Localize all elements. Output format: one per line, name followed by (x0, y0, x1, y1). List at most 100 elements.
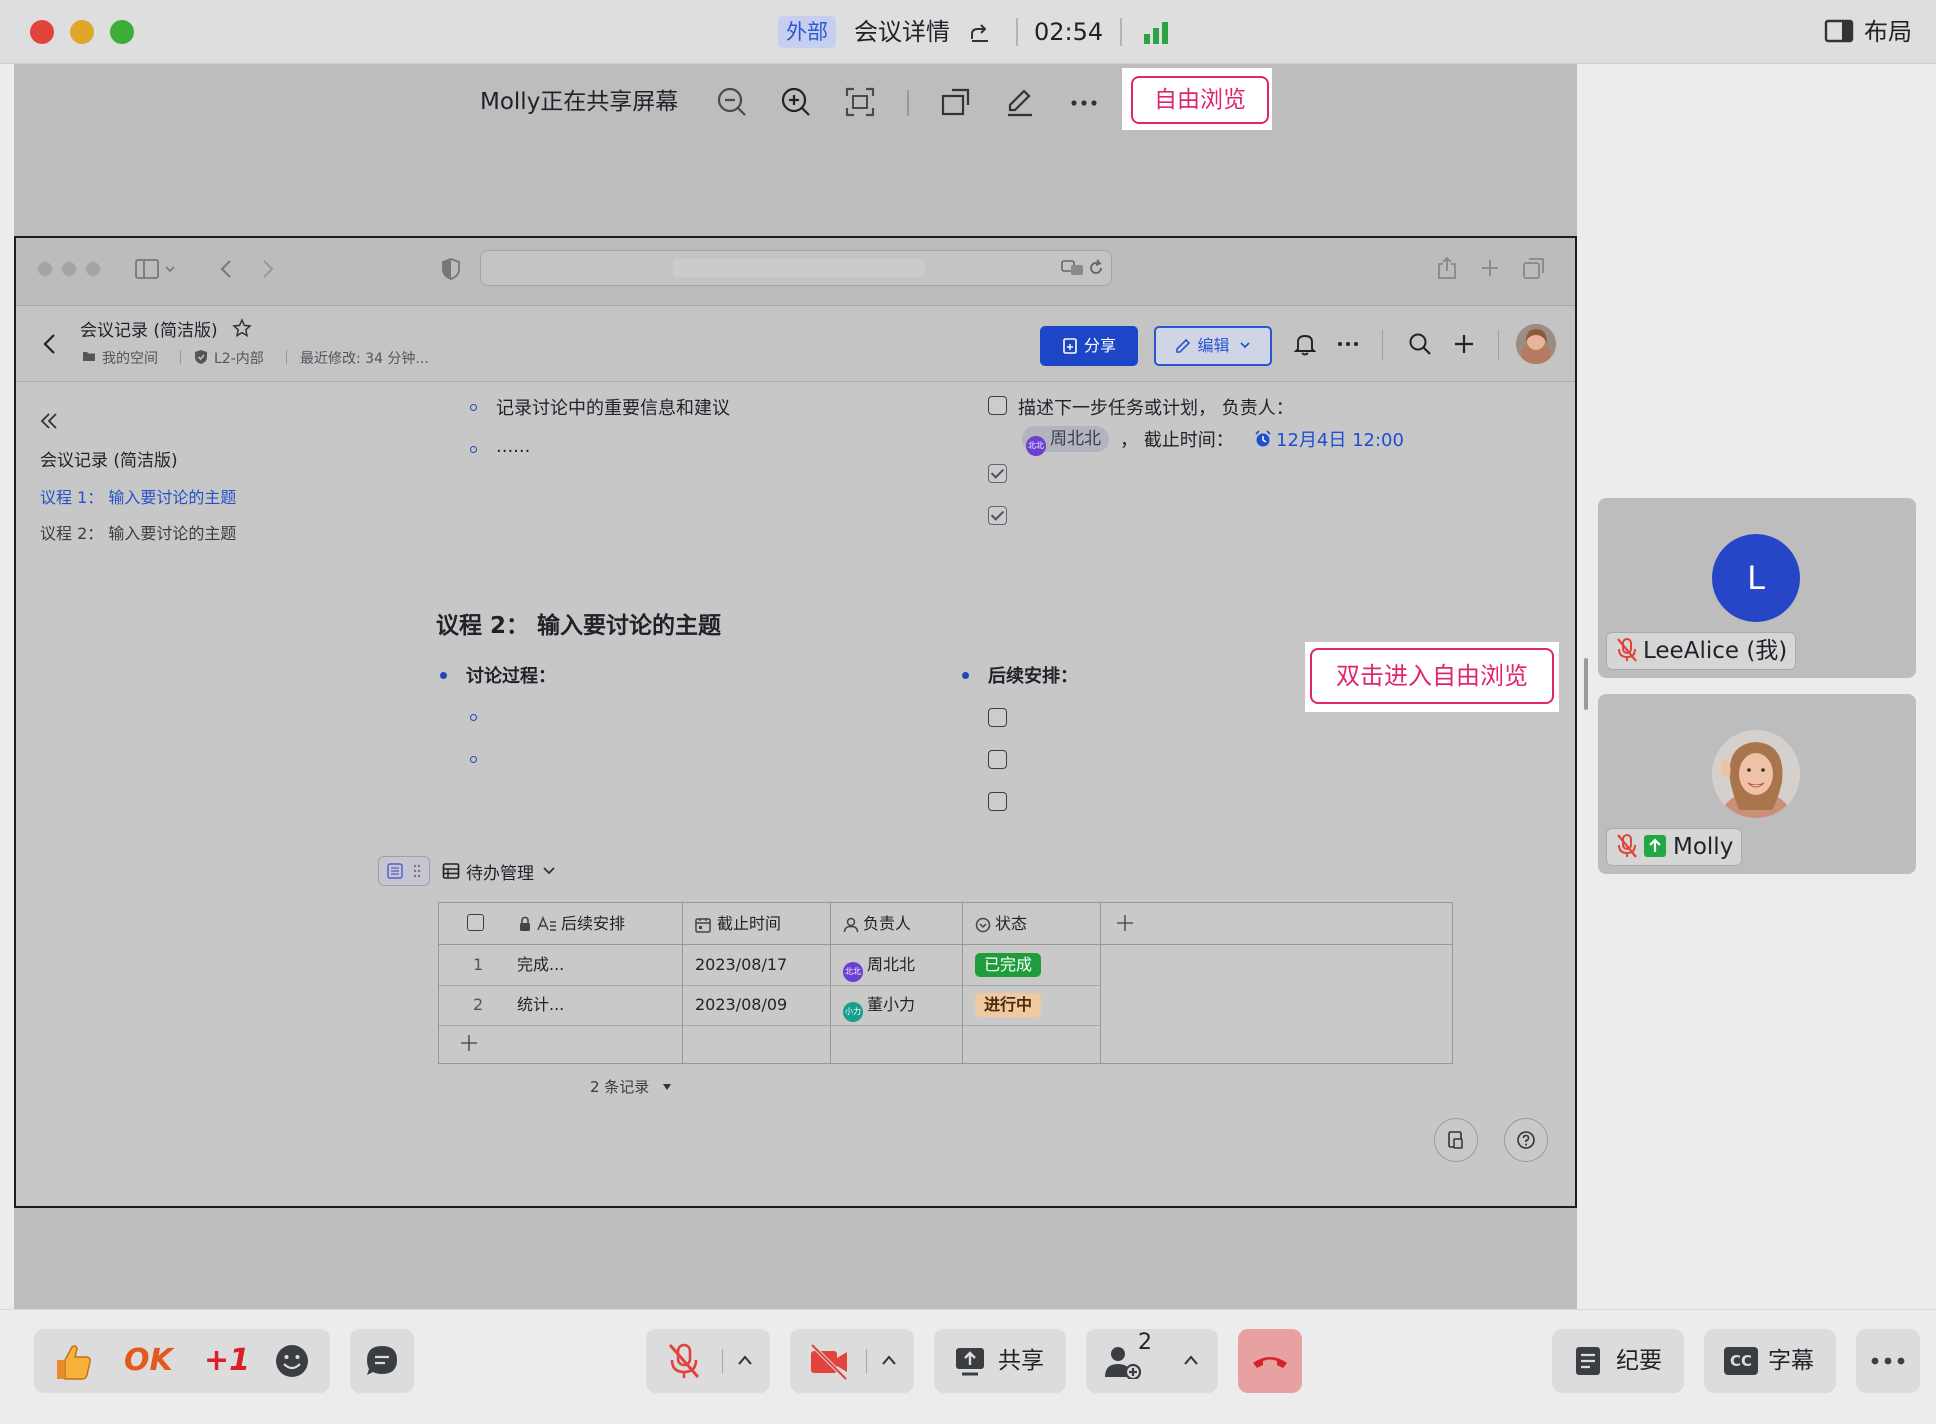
thumbs-up-icon[interactable] (52, 1341, 94, 1383)
doc-title: 会议记录 (简洁版) (80, 321, 218, 341)
column-header-task[interactable]: 后续安排 (561, 903, 625, 945)
network-signal-icon[interactable] (1142, 20, 1172, 44)
task-checkbox[interactable] (988, 792, 1007, 811)
outline-item-agenda1[interactable]: 议程 1： 输入要讨论的主题 (40, 484, 236, 508)
block-handle[interactable] (378, 856, 430, 886)
add-column-icon[interactable] (1115, 913, 1135, 933)
task-checkbox-checked[interactable] (988, 464, 1007, 483)
emoji-icon[interactable] (274, 1343, 310, 1379)
outline-title[interactable]: 会议记录 (简洁版) (40, 446, 178, 471)
translate-icon[interactable] (1061, 259, 1085, 277)
share-page-icon[interactable] (1436, 256, 1458, 280)
forward-icon[interactable] (256, 258, 278, 280)
add-icon[interactable] (1452, 332, 1476, 356)
more-icon[interactable] (1336, 332, 1360, 356)
record-count[interactable]: 2 条记录 (590, 1076, 672, 1097)
privacy-shield-icon[interactable] (440, 257, 462, 281)
chat-button[interactable] (350, 1329, 414, 1393)
avatar[interactable] (1516, 324, 1556, 364)
meeting-detail-link[interactable]: 会议详情 (854, 16, 950, 48)
panel-resize-handle[interactable] (1584, 658, 1588, 710)
task-cell[interactable]: 完成... (517, 945, 564, 985)
leave-meeting-button[interactable] (1238, 1329, 1302, 1393)
task-checkbox[interactable] (988, 708, 1007, 727)
chevron-up-icon[interactable] (1182, 1353, 1200, 1367)
task-cell[interactable]: 统计... (517, 985, 564, 1025)
reload-icon[interactable] (1087, 259, 1105, 277)
doc-last-modified[interactable]: 最近修改: 34 分钟... (300, 348, 429, 368)
double-click-hint[interactable]: 双击进入自由浏览 (1310, 648, 1554, 704)
participant-tile[interactable]: L LeeAlice (我) (1598, 498, 1916, 678)
new-tab-icon[interactable] (1480, 258, 1500, 278)
deadline-date[interactable]: 12月4日 12:00 (1276, 426, 1404, 452)
back-icon[interactable] (216, 258, 238, 280)
camera-off-icon[interactable] (808, 1341, 850, 1381)
address-bar[interactable] (480, 250, 1112, 286)
back-icon[interactable] (40, 330, 60, 358)
task-description[interactable]: 描述下一步任务或计划， 负责人： (1018, 394, 1294, 420)
new-window-icon[interactable] (940, 86, 972, 118)
status-badge-in-progress[interactable]: 进行中 (975, 993, 1042, 1017)
layout-icon[interactable] (1824, 18, 1854, 44)
participant-tile[interactable]: Molly (1598, 694, 1916, 874)
zoom-in-icon[interactable] (780, 86, 812, 118)
edit-mode-button[interactable]: 编辑 (1154, 326, 1272, 366)
note-text[interactable]: 记录讨论中的重要信息和建议 (496, 394, 730, 420)
separator (1120, 18, 1122, 46)
fit-screen-icon[interactable] (844, 86, 876, 118)
maximize-window-button[interactable] (110, 20, 134, 44)
column-header-deadline[interactable]: 截止时间 (717, 903, 781, 945)
more-options-button[interactable] (1856, 1329, 1920, 1393)
doc-security-level[interactable]: L2-内部 (214, 348, 264, 368)
share-button[interactable]: 分享 (1040, 326, 1138, 366)
deadline-cell[interactable]: 2023/08/09 (695, 985, 787, 1025)
column-header-owner[interactable]: 负责人 (863, 903, 911, 945)
window-dot (62, 262, 76, 276)
search-icon[interactable] (1408, 332, 1432, 356)
ok-reaction[interactable]: OK (124, 1329, 173, 1393)
plus-one-reaction[interactable]: +1 (204, 1329, 250, 1393)
followup-label[interactable]: 后续安排： (988, 662, 1078, 688)
free-browse-button[interactable]: 自由浏览 (1131, 76, 1269, 124)
chevron-up-icon[interactable] (880, 1353, 898, 1367)
minimize-window-button[interactable] (70, 20, 94, 44)
more-icon[interactable] (1068, 86, 1100, 118)
subtitles-button[interactable]: CC 字幕 (1704, 1329, 1836, 1393)
sidebar-toggle-icon[interactable] (134, 258, 178, 280)
help-button[interactable] (1504, 1118, 1548, 1162)
tab-overview-icon[interactable] (1522, 256, 1546, 280)
collapse-outline-icon[interactable] (38, 410, 60, 432)
note-text[interactable]: ...... (496, 436, 530, 457)
share-screen-button[interactable]: 共享 (934, 1329, 1066, 1393)
task-checkbox-checked[interactable] (988, 506, 1007, 525)
person-mention[interactable]: 北北 周北北 (1022, 426, 1109, 456)
participants-icon[interactable] (1104, 1345, 1142, 1379)
doc-space[interactable]: 我的空间 (102, 348, 158, 368)
mic-muted-icon[interactable] (664, 1341, 704, 1381)
discussion-label[interactable]: 讨论过程： (466, 662, 556, 688)
task-checkbox[interactable] (988, 750, 1007, 769)
star-icon[interactable] (232, 318, 252, 338)
owner-cell[interactable]: 北北 周北北 (843, 945, 915, 985)
shared-window[interactable]: 会议记录 (简洁版) 我的空间 L2-内部 最近修改: 34 分钟... 分享 … (14, 236, 1577, 1208)
chevron-up-icon[interactable] (736, 1353, 754, 1367)
bell-icon[interactable] (1294, 332, 1316, 356)
agenda2-heading[interactable]: 议程 2： 输入要讨论的主题 (436, 606, 721, 640)
task-checkbox[interactable] (988, 396, 1007, 415)
layout-button[interactable]: 布局 (1864, 16, 1912, 48)
owner-cell[interactable]: 小力 董小力 (843, 985, 915, 1025)
column-header-status[interactable]: 状态 (995, 903, 1027, 945)
minutes-button[interactable]: 纪要 (1552, 1329, 1684, 1393)
add-row-icon[interactable] (459, 1033, 479, 1053)
deadline-cell[interactable]: 2023/08/17 (695, 945, 787, 985)
chevron-down-icon[interactable] (542, 866, 556, 876)
zoom-out-icon[interactable] (716, 86, 748, 118)
view-selector[interactable]: 待办管理 (466, 859, 534, 884)
doc-tools-button[interactable] (1434, 1118, 1478, 1162)
select-all-checkbox[interactable] (467, 914, 484, 931)
close-window-button[interactable] (30, 20, 54, 44)
outline-item-agenda2[interactable]: 议程 2： 输入要讨论的主题 (40, 520, 236, 544)
share-link-icon[interactable] (968, 20, 992, 44)
annotate-icon[interactable] (1004, 86, 1036, 118)
status-badge-done[interactable]: 已完成 (975, 953, 1042, 977)
